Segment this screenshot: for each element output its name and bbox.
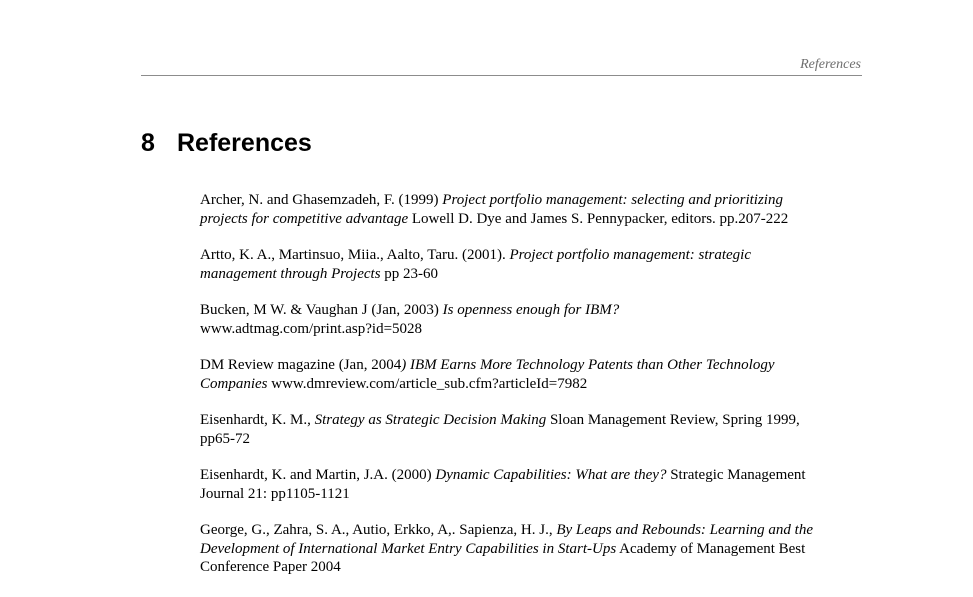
reference-text: Archer, N. and Ghasemzadeh, F. (1999) [200,192,443,208]
reference-title-text: ) IBM Earns More Technology Patents than… [401,357,775,373]
reference-line: projects for competitive advantage Lowel… [200,210,870,229]
reference-text: Sloan Management Review, Spring 1999, [546,412,800,428]
reference-title-text: Dynamic Capabilities: What are they? [435,467,667,483]
reference-text: pp 23-60 [380,265,439,282]
reference-text: Journal 21: pp1105-1121 [200,485,350,502]
reference-text: pp65-72 [200,430,250,447]
reference-text: George, G., Zahra, S. A., Autio, Erkko, … [200,522,557,538]
section-title: References [177,129,312,157]
reference-entry: Eisenhardt, K. and Martin, J.A. (2000) D… [200,466,870,503]
reference-entry: Archer, N. and Ghasemzadeh, F. (1999) Pr… [200,191,870,228]
reference-line: Archer, N. and Ghasemzadeh, F. (1999) Pr… [200,191,870,210]
reference-text: www.adtmag.com/print.asp?id=5028 [200,320,423,337]
reference-entry: DM Review magazine (Jan, 2004) IBM Earns… [200,356,870,393]
reference-title-text: projects for competitive advantage [200,210,409,227]
reference-line: Development of International Market Entr… [200,540,870,559]
reference-line: management through Projects pp 23-60 [200,265,870,284]
reference-text: www.dmreview.com/article_sub.cfm?article… [267,375,588,392]
reference-line: Bucken, M W. & Vaughan J (Jan, 2003) Is … [200,301,870,320]
reference-text: Lowell D. Dye and James S. Pennypacker, … [408,210,789,227]
reference-title-text: management through Projects [200,265,381,282]
reference-text: Eisenhardt, K. and Martin, J.A. (2000) [200,467,436,483]
running-header: References [141,57,862,76]
reference-line: Conference Paper 2004 [200,558,870,577]
reference-text: Strategic Management [666,467,806,483]
reference-line: pp65-72 [200,430,870,449]
reference-entry: George, G., Zahra, S. A., Autio, Erkko, … [200,521,870,577]
reference-text: Artto, K. A., Martinsuo, Miia., Aalto, T… [200,247,510,263]
reference-entry: Bucken, M W. & Vaughan J (Jan, 2003) Is … [200,301,870,338]
reference-line: George, G., Zahra, S. A., Autio, Erkko, … [200,521,870,540]
reference-list: Archer, N. and Ghasemzadeh, F. (1999) Pr… [200,191,870,595]
reference-title-text: Development of International Market Entr… [200,540,617,557]
reference-text: Bucken, M W. & Vaughan J (Jan, 2003) [200,302,443,318]
reference-title-text: Project portfolio management: selecting … [442,192,783,208]
reference-line: Companies www.dmreview.com/article_sub.c… [200,375,870,394]
reference-title-text: Project portfolio management: strategic [509,247,751,263]
reference-line: www.adtmag.com/print.asp?id=5028 [200,320,870,339]
reference-line: Eisenhardt, K. M., Strategy as Strategic… [200,411,870,430]
reference-title-text: Is openness enough for IBM? [442,302,620,318]
reference-entry: Eisenhardt, K. M., Strategy as Strategic… [200,411,870,448]
reference-title-text: Strategy as Strategic Decision Making [314,412,547,428]
reference-title-text: By Leaps and Rebounds: Learning and the [556,522,813,538]
reference-line: DM Review magazine (Jan, 2004) IBM Earns… [200,356,870,375]
reference-text: Conference Paper 2004 [200,559,341,575]
reference-line: Journal 21: pp1105-1121 [200,485,870,504]
reference-title-text: Companies [200,375,268,392]
reference-text: DM Review magazine (Jan, 2004 [200,357,402,373]
running-header-text: References [800,57,861,72]
reference-text: Academy of Management Best [616,540,806,557]
reference-text: Eisenhardt, K. M., [200,412,315,428]
reference-line: Eisenhardt, K. and Martin, J.A. (2000) D… [200,466,870,485]
reference-entry: Artto, K. A., Martinsuo, Miia., Aalto, T… [200,246,870,283]
reference-line: Artto, K. A., Martinsuo, Miia., Aalto, T… [200,246,870,265]
section-heading: 8 References [141,128,312,158]
section-number: 8 [141,129,155,157]
